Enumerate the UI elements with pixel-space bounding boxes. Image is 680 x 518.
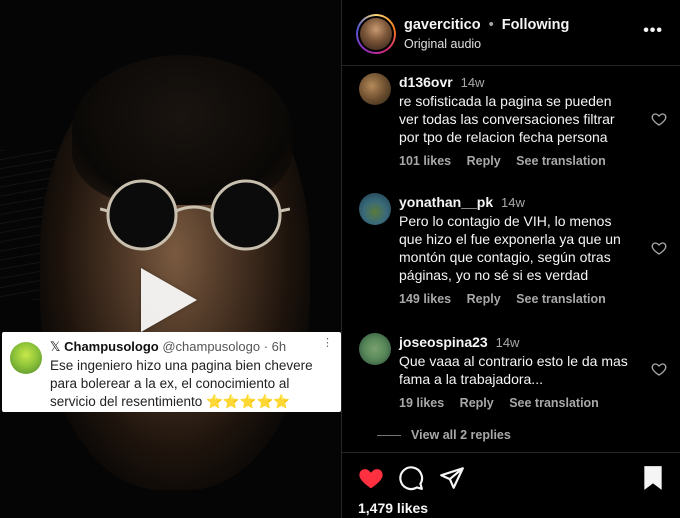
reply-button[interactable]: Reply <box>460 396 494 410</box>
comment-actions: 149 likes Reply See translation <box>399 292 634 306</box>
tweet-more-icon: ⋮ <box>322 337 333 349</box>
separator-dot: • <box>488 17 494 33</box>
like-heart-icon[interactable] <box>651 361 667 377</box>
tweet-author-name: Champusologo <box>64 339 159 354</box>
tweet-header: 𝕏 Champusologo @champusologo · 6h <box>50 338 333 355</box>
play-icon[interactable] <box>141 268 197 332</box>
sunglasses-graphic <box>100 179 290 251</box>
commenter-avatar[interactable] <box>359 333 391 365</box>
like-heart-icon[interactable] <box>651 240 667 256</box>
star-rating: ⭐⭐⭐⭐⭐ <box>206 394 291 409</box>
comment-text: Pero lo contagio de VIH, lo menos que hi… <box>399 213 621 283</box>
author-avatar[interactable] <box>356 14 396 54</box>
comment-likes[interactable]: 19 likes <box>399 396 444 410</box>
comment-icon[interactable] <box>398 465 424 491</box>
tweet-time: · 6h <box>263 339 287 354</box>
post-footer: 1,479 likes <box>342 452 680 518</box>
comment-likes[interactable]: 149 likes <box>399 292 451 306</box>
commenter-avatar[interactable] <box>359 193 391 225</box>
post-likes-count[interactable]: 1,479 likes <box>358 500 428 516</box>
comment-time: 14w <box>501 195 525 210</box>
tweet-author-handle: @champusologo <box>162 339 261 354</box>
bookmark-icon[interactable] <box>642 465 664 491</box>
like-heart-icon[interactable] <box>651 111 667 127</box>
post-panel: gavercitico • Following Original audio •… <box>341 0 680 518</box>
comment-time: 14w <box>460 75 485 90</box>
comment-actions: 19 likes Reply See translation <box>399 396 634 410</box>
comment-likes[interactable]: 101 likes <box>399 154 451 168</box>
reply-button[interactable]: Reply <box>467 154 501 168</box>
view-replies-label: View all 2 replies <box>411 428 511 442</box>
tweet-avatar <box>10 342 42 374</box>
commenter-username[interactable]: joseospina23 <box>399 334 488 350</box>
see-translation-button[interactable]: See translation <box>516 292 606 306</box>
commenter-avatar[interactable] <box>359 73 391 105</box>
more-options-icon[interactable]: ••• <box>643 22 663 40</box>
comment-actions: 101 likes Reply See translation <box>399 154 634 168</box>
comment-text: re sofisticada la pagina se pueden ver t… <box>399 93 615 145</box>
commenter-username[interactable]: d136ovr <box>399 74 453 90</box>
audio-link[interactable]: Original audio <box>404 37 481 51</box>
author-line: gavercitico • Following <box>404 17 569 33</box>
author-username[interactable]: gavercitico <box>404 17 481 33</box>
tweet-overlay: 𝕏 Champusologo @champusologo · 6h ⋮ Ese … <box>2 332 341 412</box>
heart-filled-icon[interactable] <box>358 465 384 491</box>
comment-time: 14w <box>495 335 520 350</box>
reply-button[interactable]: Reply <box>467 292 501 306</box>
view-replies-link[interactable]: View all 2 replies <box>377 428 511 442</box>
comment-text: Que vaaa al contrario esto le da mas fam… <box>399 353 628 387</box>
following-button[interactable]: Following <box>502 17 570 33</box>
post-header: gavercitico • Following Original audio •… <box>342 0 680 66</box>
share-icon[interactable] <box>439 465 465 491</box>
see-translation-button[interactable]: See translation <box>516 154 606 168</box>
commenter-username[interactable]: yonathan__pk <box>399 194 493 210</box>
x-logo-icon: 𝕏 <box>50 339 61 354</box>
see-translation-button[interactable]: See translation <box>509 396 599 410</box>
tweet-text: Ese ingeniero hizo una pagina bien cheve… <box>50 357 333 411</box>
tweet-text-ex: ex <box>159 376 174 391</box>
replies-dash <box>377 435 401 437</box>
video-player[interactable]: 𝕏 Champusologo @champusologo · 6h ⋮ Ese … <box>0 0 341 518</box>
